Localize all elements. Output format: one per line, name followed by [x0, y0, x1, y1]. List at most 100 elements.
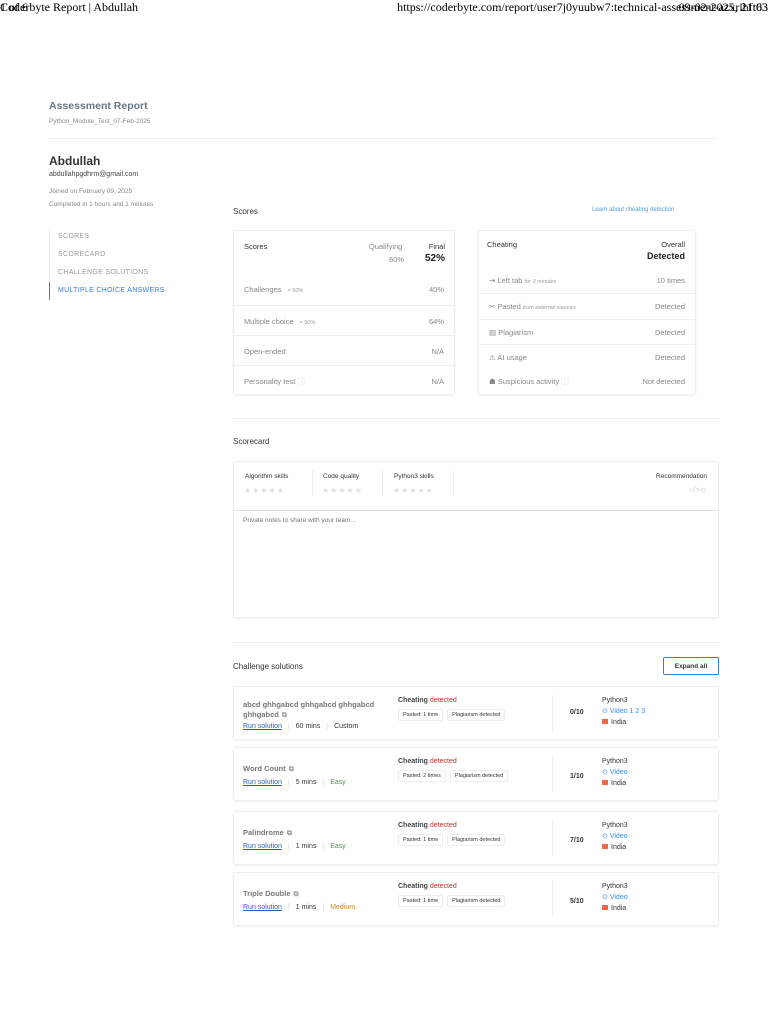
run-solution-link[interactable]: Run solution: [243, 904, 282, 911]
flag-icon: [602, 905, 608, 910]
challenge-score: 0/10: [570, 709, 584, 716]
row-label: Multiple choice: [244, 316, 294, 326]
row-value: Detected: [654, 327, 685, 337]
run-solution-link[interactable]: Run solution: [243, 843, 282, 850]
divider: [49, 138, 718, 139]
run-solution-link[interactable]: Run solution: [243, 779, 282, 786]
scores-heading: Scores: [233, 207, 258, 216]
row-label: Challenges: [244, 285, 282, 294]
video-parts[interactable]: 1 2 3: [630, 708, 646, 715]
challenge-difficulty: Custom: [334, 723, 359, 730]
cheat-row-suspicious: ☗ Suspicious activity ⓘ Not detected: [479, 369, 695, 394]
challenge-card[interactable]: Palindrome ⧉ Run solution | 1 mins | Easy Che…: [233, 811, 719, 865]
nav-multiple-choice[interactable]: MULTIPLE CHOICE ANSWERS: [49, 282, 219, 300]
challenge-time: 60 mins: [295, 723, 321, 730]
cheating-label: Cheating: [398, 822, 428, 829]
external-link-icon[interactable]: ⧉: [294, 891, 299, 898]
divider: [233, 418, 719, 419]
challenge-time: 1 mins: [295, 843, 317, 850]
cheating-label: Cheating: [398, 758, 428, 765]
cheating-title: Cheating: [487, 240, 518, 249]
external-link-icon[interactable]: ⧉: [287, 830, 292, 837]
cheating-status: detected: [429, 822, 457, 829]
star-rating-code-quality[interactable]: ★★★★★: [322, 486, 363, 495]
row-label: AI usage: [497, 352, 528, 362]
challenge-card[interactable]: Triple Double ⧉ Run solution | 1 mins | Mediu…: [233, 872, 719, 926]
row-label: Personality test: [244, 376, 296, 386]
nav-scorecard[interactable]: SCORECARD: [50, 246, 219, 264]
print-datetime: 09-02-2025, 21:03: [678, 0, 768, 14]
nav-challenge-solutions[interactable]: CHALLENGE SOLUTIONS: [50, 264, 219, 282]
challenge-card[interactable]: abcd ghhgabcd ghhgabcd ghhgabcd ghhgabcd…: [233, 686, 719, 740]
country: India: [611, 905, 627, 912]
video-link[interactable]: Video: [610, 708, 628, 715]
scorecard-heading: Scorecard: [233, 437, 270, 446]
plagiarism-tag: Plagiarism detected: [449, 770, 509, 782]
video-link[interactable]: Video: [610, 833, 628, 840]
divider: [382, 470, 383, 496]
thumbs-icons[interactable]: 👍︎👎︎: [690, 485, 706, 495]
score-row-open-ended: Open-ended N/A: [234, 335, 454, 366]
learn-cheating-link[interactable]: Learn about cheating detection: [592, 207, 674, 213]
plagiarism-tag: Plagiarism detected: [447, 895, 506, 907]
nav-scores[interactable]: SCORES: [50, 228, 219, 246]
qualifying-value: 60%: [389, 255, 405, 264]
row-value: 64%: [428, 316, 444, 326]
run-solution-link[interactable]: Run solution: [243, 723, 282, 730]
challenge-title: abcd ghhgabcd ghhgabcd ghhgabcd ghhgabcd: [243, 700, 375, 719]
challenges-heading: Challenge solutions: [233, 662, 303, 671]
play-video-icon[interactable]: ⊙: [602, 769, 608, 776]
qualifying-label: Qualifying: [369, 242, 403, 251]
cheating-label: Cheating: [398, 697, 428, 704]
challenge-difficulty: Easy: [330, 843, 346, 850]
row-label: Open-ended: [244, 346, 286, 356]
row-value: Detected: [654, 302, 685, 311]
divider: [453, 470, 454, 496]
external-link-icon[interactable]: ⧉: [289, 766, 294, 773]
score-row-personality: Personality test ⓘ N/A: [234, 365, 454, 396]
language: Python3: [602, 697, 628, 704]
suspicious-icon: ☗: [489, 377, 496, 386]
challenge-title: Palindrome: [243, 828, 284, 837]
scores-card: Scores Qualifying 60% Final 52% Challeng…: [233, 230, 455, 395]
cheat-row-ai: ⚠ AI usage Detected: [479, 344, 695, 369]
video-link[interactable]: Video: [610, 894, 628, 901]
row-note: from external sources: [522, 305, 576, 311]
play-video-icon[interactable]: ⊙: [602, 833, 608, 840]
joined-date: Joined on February 09, 2025: [49, 188, 133, 195]
star-rating-python3[interactable]: ★★★★★: [393, 486, 434, 495]
cheating-card: Cheating Overall Detected ⇥ Left tab for…: [478, 230, 696, 395]
private-notes-input[interactable]: [234, 510, 718, 617]
cheat-row-left-tab: ⇥ Left tab for 3 minutes 10 times: [479, 267, 695, 293]
left-tab-icon: ⇥: [489, 275, 496, 285]
country: India: [611, 844, 627, 851]
candidate-email: abdullahpgdhrm@gmail.com: [49, 171, 139, 178]
row-value: Not detected: [642, 377, 685, 386]
challenge-score: 1/10: [570, 773, 584, 780]
star-rating-algorithm[interactable]: ★★★★★: [244, 486, 285, 495]
info-icon[interactable]: ⓘ: [561, 377, 569, 386]
row-weight: × 50%: [299, 319, 316, 326]
play-video-icon[interactable]: ⊙: [602, 894, 608, 901]
expand-all-button[interactable]: Expand all: [663, 657, 719, 675]
challenge-title: Triple Double: [243, 889, 291, 898]
cheat-row-plagiarism: ▤ Plagiarism Detected: [479, 319, 695, 344]
play-video-icon[interactable]: ⊙: [602, 708, 608, 715]
scissors-icon: ✂: [489, 302, 496, 311]
cheating-status: detected: [429, 883, 457, 890]
cheat-row-pasted: ✂ Pasted from external sources Detected: [479, 293, 695, 319]
scorecard-card: Algorithm skills ★★★★★ Code quality ★★★★…: [233, 461, 719, 618]
video-link[interactable]: Video: [610, 769, 628, 776]
challenge-time: 5 mins: [295, 779, 317, 786]
skill-algorithm: Algorithm skills: [245, 473, 289, 480]
row-value: N/A: [431, 346, 444, 356]
plagiarism-tag: Plagiarism detected: [447, 709, 506, 721]
final-score: 52%: [424, 253, 445, 264]
pasted-tag: Pasted: 2 times: [398, 770, 446, 782]
row-label: Left tab: [497, 275, 523, 285]
challenge-card[interactable]: Word Count ⧉ Run solution | 5 mins | Easy Che…: [233, 747, 719, 801]
external-link-icon[interactable]: ⧉: [282, 712, 287, 719]
info-icon[interactable]: ⓘ: [297, 377, 305, 386]
row-label: Suspicious activity: [497, 377, 560, 386]
cheating-status: detected: [429, 758, 457, 765]
